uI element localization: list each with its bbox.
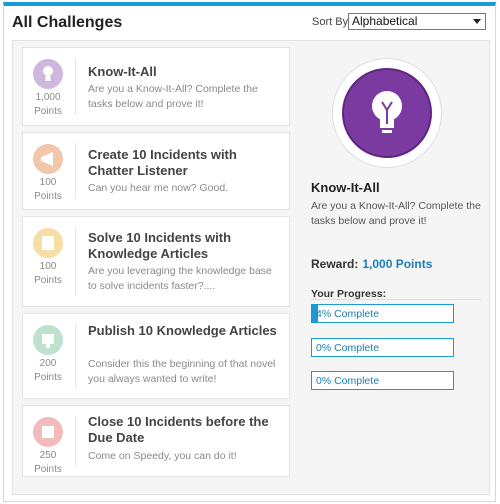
challenge-card-close-incidents[interactable]: 250 Points Close 10 Incidents before the… bbox=[22, 405, 290, 477]
divider bbox=[75, 58, 76, 115]
book-icon bbox=[33, 228, 63, 258]
challenge-badge bbox=[332, 58, 442, 168]
challenge-title: Create 10 Incidents with Chatter Listene… bbox=[88, 147, 237, 178]
reward-value: 1,000 Points bbox=[362, 257, 433, 271]
challenge-description: Come on Speedy, you can do it! bbox=[88, 450, 237, 462]
challenge-description: Can you hear me now? Good. bbox=[88, 182, 229, 194]
megaphone-icon bbox=[33, 144, 63, 174]
challenge-card-knowledge-articles[interactable]: 100 Points Solve 10 Incidents with Knowl… bbox=[22, 216, 290, 307]
detail-description: Are you a Know-It-All? Complete the task… bbox=[311, 200, 481, 227]
progress-bar: 0% Complete bbox=[311, 371, 454, 390]
points-label: Points bbox=[34, 106, 62, 117]
points-label: Points bbox=[34, 275, 62, 286]
challenge-card-know-it-all[interactable]: 1,000 Points Know-It-All Are you a Know-… bbox=[22, 47, 290, 126]
calendar-icon bbox=[33, 417, 63, 447]
points-value: 100 bbox=[39, 177, 57, 188]
points-label: Points bbox=[34, 191, 62, 202]
lightbulb-icon bbox=[33, 59, 63, 89]
sort-label: Sort By: bbox=[312, 16, 352, 28]
sort-select-value: Alphabetical bbox=[352, 14, 418, 28]
progress-bar: 0% Complete bbox=[311, 338, 454, 357]
challenge-description: Consider this the beginning of that nove… bbox=[88, 358, 276, 385]
lightbulb-icon bbox=[342, 68, 432, 158]
divider bbox=[75, 143, 76, 199]
reward: Reward: 1,000 Points bbox=[311, 257, 432, 271]
divider bbox=[75, 324, 76, 388]
points-value: 100 bbox=[39, 261, 57, 272]
progress-bar: 4% Complete bbox=[311, 304, 454, 323]
challenge-description: Are you a Know-It-All? Complete the task… bbox=[88, 83, 258, 110]
points-value: 250 bbox=[39, 450, 57, 461]
sort-select[interactable]: Alphabetical bbox=[348, 13, 486, 30]
progress-text: 0% Complete bbox=[316, 375, 380, 387]
challenge-title: Know-It-All bbox=[88, 64, 157, 79]
challenge-card-chatter-listener[interactable]: 100 Points Create 10 Incidents with Chat… bbox=[22, 132, 290, 210]
challenge-title: Close 10 Incidents before the Due Date bbox=[88, 414, 269, 445]
divider bbox=[75, 416, 76, 466]
challenge-title: Publish 10 Knowledge Articles bbox=[88, 323, 277, 338]
chevron-down-icon bbox=[473, 19, 481, 24]
points-value: 1,000 bbox=[35, 92, 61, 103]
page-title: All Challenges bbox=[12, 14, 123, 31]
progress-text: 0% Complete bbox=[316, 342, 380, 354]
challenge-title: Solve 10 Incidents with Knowledge Articl… bbox=[88, 230, 232, 261]
detail-title: Know-It-All bbox=[311, 180, 380, 195]
points-label: Points bbox=[34, 464, 62, 475]
challenge-card-publish-articles[interactable]: 200 Points Publish 10 Knowledge Articles… bbox=[22, 313, 290, 399]
challenge-description: Are you leveraging the knowledge base to… bbox=[88, 265, 272, 292]
points-label: Points bbox=[34, 372, 62, 383]
pen-icon bbox=[33, 325, 63, 355]
divider bbox=[75, 227, 76, 296]
progress-text: 4% Complete bbox=[316, 308, 380, 320]
points-value: 200 bbox=[39, 358, 57, 369]
divider bbox=[311, 299, 481, 300]
reward-label: Reward: bbox=[311, 257, 359, 271]
